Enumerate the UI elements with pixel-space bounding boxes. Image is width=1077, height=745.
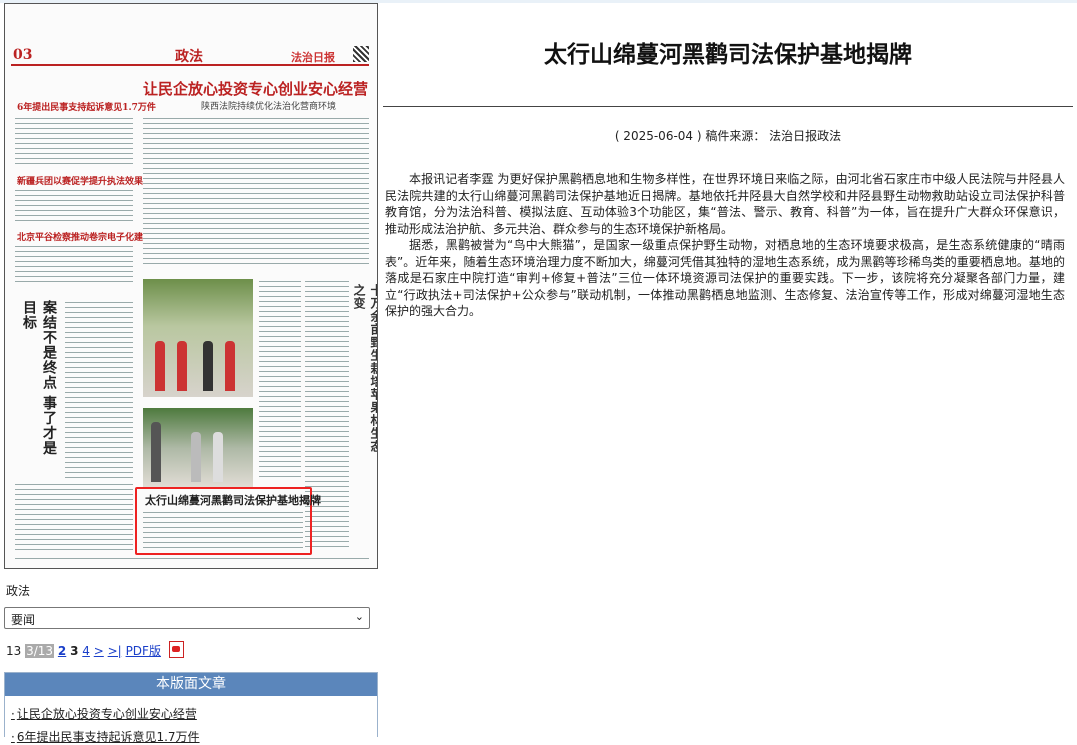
thumb-text-block [15, 188, 133, 224]
pager-page-2[interactable]: 2 [58, 644, 66, 658]
thumb-footer-text [15, 556, 369, 562]
pager-page-4[interactable]: 4 [82, 644, 90, 658]
pager-last-button[interactable]: >| [108, 644, 122, 658]
page-articles-header: 本版面文章 [5, 673, 377, 696]
pager-next-button[interactable]: > [94, 644, 104, 658]
thumb-boxed-headline[interactable]: 太行山绵蔓河黑鹳司法保护基地揭牌 [145, 492, 321, 508]
thumb-text-block [143, 116, 369, 266]
thumb-side-headline[interactable]: 6年提出民事支持起诉意见1.7万件 [17, 100, 156, 113]
page-articles-panel: 本版面文章 让民企放心投资专心创业安心经营 6年提出民事支持起诉意见1.7万件 [4, 672, 378, 744]
left-panel: 03 政法 法治日报 让民企放心投资专心创业安心经营 陕西法院持续优化法治化营商… [0, 0, 385, 744]
article-meta: ( 2025-06-04 ) 稿件来源： 法治日报政法 [614, 129, 842, 143]
pager-prefix: 13 [6, 644, 22, 658]
pdf-link[interactable]: PDF版 [126, 644, 161, 658]
thumb-text-block [143, 510, 303, 548]
article-link[interactable]: 6年提出民事支持起诉意见1.7万件 [11, 728, 200, 745]
thumb-photo [143, 408, 253, 488]
article-body: 本报讯记者李霆 为更好保护黑鹳栖息地和生物多样性，在世界环境日来临之际，由河北省… [385, 171, 1065, 320]
pager-page-3: 3 [70, 644, 79, 658]
thumb-text-block [65, 300, 133, 480]
thumb-text-block [259, 279, 301, 479]
thumb-section-name: 政法 [175, 49, 203, 65]
thumb-text-block [15, 244, 133, 282]
article-title: 太行山绵蔓河黑鹳司法保护基地揭牌 [544, 41, 912, 68]
thumb-side-headline[interactable]: 北京平谷检察推动卷宗电子化建设 [17, 230, 152, 243]
chevron-down-icon: ⌄ [354, 610, 364, 623]
newspaper-page-thumbnail[interactable]: 03 政法 法治日报 让民企放心投资专心创业安心经营 陕西法院持续优化法治化营商… [4, 3, 378, 569]
thumb-side-headline[interactable]: 新疆兵团以赛促学提升执法效果 [17, 174, 143, 187]
pager: 13 3/13 2 3 4 > >| PDF版 [6, 641, 184, 659]
page-select-value: 要闻 [11, 613, 36, 627]
article-paragraph: 据悉，黑鹳被誉为“鸟中大熊猫”，是国家一级重点保护野生动物，对栖息地的生态环境要… [385, 238, 1065, 318]
pdf-icon[interactable] [168, 641, 184, 658]
article-link[interactable]: 让民企放心投资专心创业安心经营 [11, 705, 197, 722]
thumb-lead-subhead: 陕西法院持续优化法治化营商环境 [201, 102, 337, 112]
section-label: 政法 [6, 584, 31, 598]
pager-current: 3/13 [25, 644, 55, 658]
thumb-vertical-headline[interactable]: 案结不是终点 事了才是目标 [19, 300, 59, 470]
title-divider [383, 106, 1073, 107]
thumb-vertical-headline[interactable]: 十万余亩野生栽培苹果林生态之变 [351, 284, 377, 454]
qr-code-icon [353, 46, 369, 62]
thumb-lead-headline[interactable]: 让民企放心投资专心创业安心经营 [143, 78, 368, 99]
thumb-text-block [15, 482, 133, 554]
thumb-text-block [15, 116, 133, 168]
thumb-page-number: 03 [13, 47, 33, 63]
thumb-paper-logo: 法治日报 [291, 51, 335, 64]
article-paragraph: 本报讯记者李霆 为更好保护黑鹳栖息地和生物多样性，在世界环境日来临之际，由河北省… [385, 172, 1065, 236]
page-select[interactable]: 要闻 ⌄ [4, 607, 370, 629]
thumb-photo [143, 279, 253, 397]
